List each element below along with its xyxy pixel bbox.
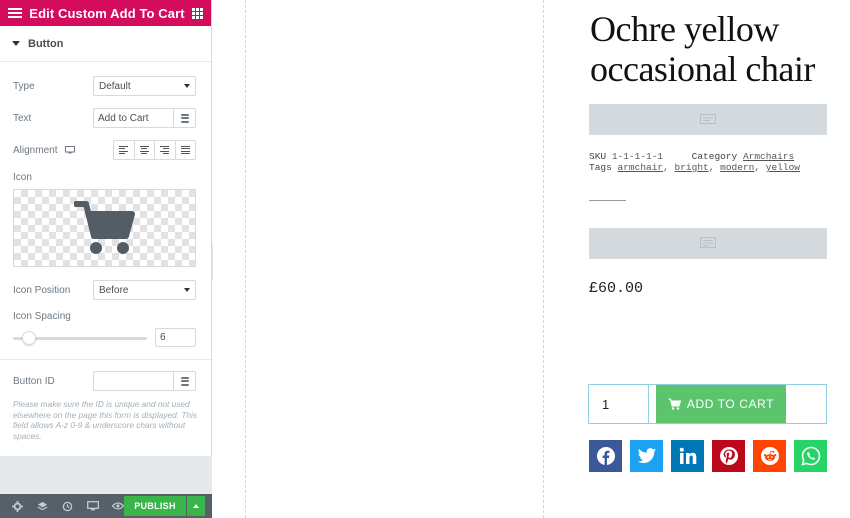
align-left-button[interactable] (114, 141, 135, 159)
add-to-cart-form: 1 ADD TO CART (588, 384, 827, 424)
pinterest-share-button[interactable] (712, 440, 745, 472)
twitter-share-button[interactable] (630, 440, 663, 472)
icon-spacing-row: Icon Spacing (13, 309, 196, 323)
type-select-value: Default (99, 80, 131, 92)
align-center-icon (139, 146, 149, 154)
icon-spacing-slider-handle[interactable] (22, 331, 36, 345)
reddit-icon (760, 447, 779, 465)
facebook-share-button[interactable] (589, 440, 622, 472)
alignment-buttons (113, 140, 196, 160)
database-icon (180, 113, 189, 123)
publish-options-button[interactable] (187, 496, 205, 516)
linkedin-icon (679, 447, 696, 464)
add-to-cart-button[interactable]: ADD TO CART (656, 385, 786, 423)
widget-placeholder[interactable] (589, 104, 827, 135)
product-meta: SKU 1-1-1-1-1 Category Armchairs Tags ar… (589, 151, 800, 173)
icon-position-select[interactable]: Before (93, 280, 196, 300)
shopping-cart-icon (73, 201, 135, 254)
navigator-layers-icon[interactable] (30, 494, 55, 518)
tags-label: Tags (589, 162, 612, 173)
tag-link[interactable]: armchair (618, 162, 664, 173)
tag-link[interactable]: yellow (766, 162, 800, 173)
facebook-icon (596, 447, 615, 465)
caret-down-icon (12, 41, 20, 46)
editor-root: Edit Custom Add To Cart Button Type Defa… (0, 0, 850, 518)
dynamic-tags-button[interactable] (173, 372, 195, 390)
publish-button[interactable]: PUBLISH (124, 496, 186, 516)
icon-row: Icon (13, 170, 196, 184)
twitter-icon (637, 447, 656, 463)
whatsapp-share-button[interactable] (794, 440, 827, 472)
category-label: Category (691, 151, 738, 162)
cart-icon (668, 398, 681, 410)
panel-title: Edit Custom Add To Cart (29, 5, 185, 21)
icon-picker[interactable] (13, 189, 196, 267)
align-center-button[interactable] (135, 141, 155, 159)
button-id-input[interactable] (93, 371, 196, 391)
tag-link[interactable]: bright (675, 162, 709, 173)
sku-value: 1-1-1-1-1 (611, 151, 664, 162)
database-icon (180, 376, 189, 386)
placeholder-widget-icon (700, 236, 716, 248)
type-label: Type (13, 80, 35, 92)
desktop-icon[interactable] (65, 146, 76, 154)
select-arrow-icon (184, 84, 190, 88)
separator-line (589, 200, 626, 201)
panel-footer: PUBLISH (0, 494, 212, 518)
panel-empty-area (0, 456, 212, 494)
tag-link[interactable]: modern (720, 162, 754, 173)
section-button-toggle[interactable]: Button (0, 26, 211, 62)
editor-panel: Edit Custom Add To Cart Button Type Defa… (0, 0, 212, 518)
section-divider (0, 359, 211, 360)
pinterest-icon (719, 447, 738, 465)
text-input[interactable]: Add to Cart (93, 108, 196, 128)
add-to-cart-label: ADD TO CART (686, 397, 775, 411)
icon-label: Icon (13, 171, 32, 183)
quantity-input[interactable]: 1 (589, 385, 649, 423)
text-label: Text (13, 112, 32, 124)
linkedin-share-button[interactable] (671, 440, 704, 472)
icon-spacing-label: Icon Spacing (13, 310, 71, 322)
select-arrow-icon (184, 288, 190, 292)
settings-gear-icon[interactable] (5, 494, 30, 518)
type-select[interactable]: Default (93, 76, 196, 96)
dynamic-tags-button[interactable] (173, 109, 195, 127)
share-buttons (589, 440, 827, 472)
icon-position-label: Icon Position (13, 284, 71, 296)
history-icon[interactable] (55, 494, 80, 518)
panel-header: Edit Custom Add To Cart (0, 0, 211, 26)
icon-spacing-input[interactable]: 6 (155, 328, 196, 347)
whatsapp-icon (800, 446, 820, 466)
widgets-grid-icon[interactable] (192, 7, 203, 19)
alignment-label: Alignment (13, 144, 58, 156)
align-right-button[interactable] (155, 141, 176, 159)
product-title: Ochre yellow occasional chair (590, 9, 815, 89)
button-id-value (94, 372, 173, 390)
column-guide (245, 0, 246, 518)
chevron-up-icon (193, 504, 199, 508)
placeholder-widget-icon (700, 113, 716, 124)
sku-line: SKU 1-1-1-1-1 Category Armchairs (589, 151, 800, 162)
button-id-label: Button ID (13, 375, 55, 387)
align-justify-icon (180, 146, 190, 154)
button-id-help-note: Please make sure the ID is unique and no… (13, 399, 198, 441)
column-guide (543, 0, 544, 518)
tags-line: Tags armchair, bright, modern, yellow (589, 162, 800, 173)
align-justify-button[interactable] (176, 141, 196, 159)
product-price: £60.00 (589, 280, 644, 297)
reddit-share-button[interactable] (753, 440, 786, 472)
section-label: Button (28, 37, 64, 50)
text-input-value: Add to Cart (98, 112, 149, 124)
align-right-icon (160, 146, 170, 154)
category-link[interactable]: Armchairs (743, 151, 794, 162)
sku-label: SKU (589, 151, 607, 162)
widget-placeholder[interactable] (589, 228, 827, 259)
align-left-icon (119, 146, 129, 154)
responsive-desktop-icon[interactable] (80, 494, 105, 518)
icon-position-value: Before (99, 284, 129, 296)
hamburger-menu-icon[interactable] (8, 8, 22, 18)
